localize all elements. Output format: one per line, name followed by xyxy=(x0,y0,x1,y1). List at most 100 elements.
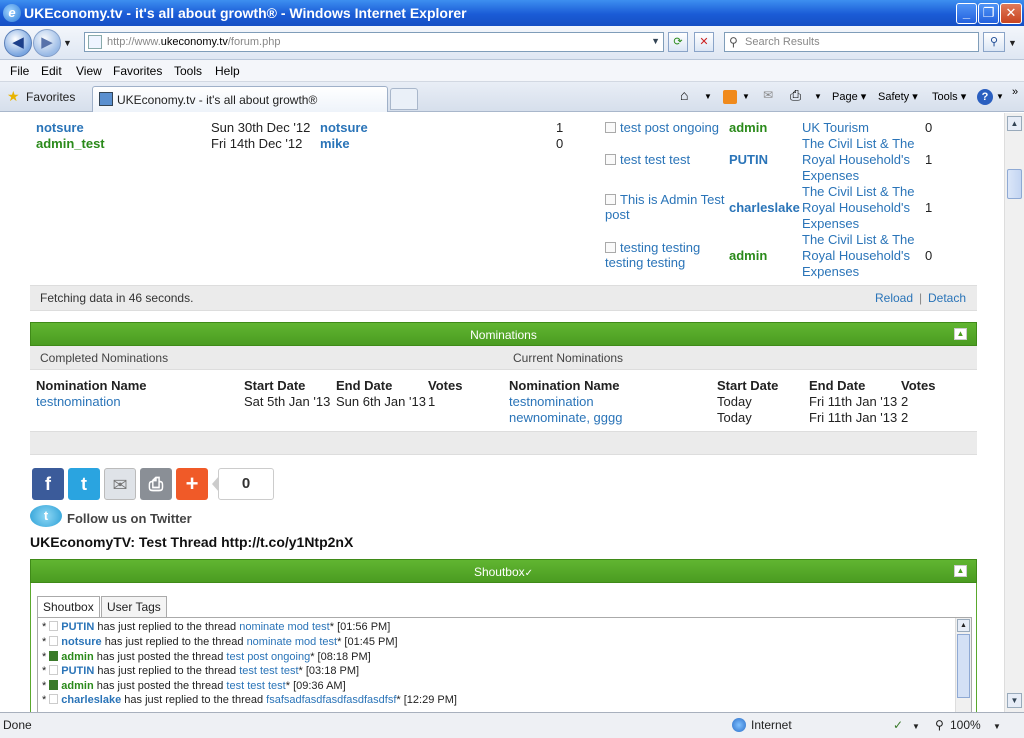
rss-icon[interactable] xyxy=(723,90,737,104)
help-icon[interactable]: ? xyxy=(977,89,993,105)
minimize-button[interactable]: _ xyxy=(956,3,977,24)
facebook-icon[interactable]: f xyxy=(32,468,64,500)
thread-checkbox[interactable] xyxy=(605,194,616,205)
thread-forum[interactable]: The Civil List & The Royal Household's E… xyxy=(802,136,922,184)
security-zone[interactable]: Internet xyxy=(751,718,792,732)
shout-thread-link[interactable]: test test test xyxy=(239,665,298,677)
shoutbox-scroll-thumb[interactable] xyxy=(957,634,970,698)
tools-menu[interactable]: Tools ▾ xyxy=(932,90,966,103)
print-dropdown-icon[interactable]: ▼ xyxy=(814,92,822,101)
thread-poster[interactable]: admin xyxy=(729,120,767,135)
read-mail-icon[interactable]: ✉ xyxy=(763,88,773,102)
tab-ukeconomy[interactable]: UKEconomy.tv - it's all about growth® xyxy=(92,86,388,112)
thread-checkbox[interactable] xyxy=(605,122,616,133)
shout-thread-link[interactable]: test test test xyxy=(226,680,285,692)
nominations-header[interactable]: Nominations ▲ xyxy=(30,322,977,346)
shout-thread-link[interactable]: fsafsadfasdfasdfasdfasdfsf xyxy=(266,694,396,706)
collapse-icon[interactable]: ▲ xyxy=(954,328,967,340)
thread-item[interactable]: testing testing testing testing xyxy=(605,240,715,270)
scroll-up-icon[interactable]: ▲ xyxy=(1007,116,1022,131)
thread-checkbox[interactable] xyxy=(605,154,616,165)
stats-last-user-1[interactable]: notsure xyxy=(320,120,368,135)
detach-link[interactable]: Detach xyxy=(928,291,966,305)
scroll-up-icon[interactable]: ▲ xyxy=(957,619,970,632)
search-go-button[interactable]: ⚲ xyxy=(983,32,1005,52)
favorites-star-icon[interactable]: ★ xyxy=(7,88,20,105)
thread-poster[interactable]: charleslake xyxy=(729,200,800,215)
twitter-bird-icon[interactable]: t xyxy=(30,505,62,527)
search-options-icon[interactable]: ▼ xyxy=(1008,38,1017,48)
home-dropdown-icon[interactable]: ▼ xyxy=(704,92,712,101)
thread-checkbox[interactable] xyxy=(605,242,616,253)
menu-tools[interactable]: Tools xyxy=(174,64,202,78)
thread-forum[interactable]: The Civil List & The Royal Household's E… xyxy=(802,184,922,232)
shout-user[interactable]: admin xyxy=(61,680,93,692)
search-input[interactable]: ⚲ Search Results xyxy=(724,32,979,52)
addthis-icon[interactable]: + xyxy=(176,468,208,500)
forward-button[interactable]: ▶ xyxy=(33,29,61,57)
url-input[interactable]: http://www.ukeconomy.tv/forum.php ▼ xyxy=(84,32,664,52)
url-dropdown-icon[interactable]: ▼ xyxy=(651,36,660,46)
maximize-button[interactable]: ❐ xyxy=(978,3,999,24)
back-button[interactable]: ◀ xyxy=(4,29,32,57)
current-nomination-name[interactable]: newnominate, gggg xyxy=(509,410,622,425)
page-scrollbar[interactable]: ▲ ▼ xyxy=(1004,113,1024,712)
reload-link[interactable]: Reload xyxy=(875,291,913,305)
thread-forum[interactable]: The Civil List & The Royal Household's E… xyxy=(802,232,922,280)
shout-user[interactable]: admin xyxy=(61,651,93,663)
stats-user-1[interactable]: notsure xyxy=(36,120,84,135)
thread-item[interactable]: This is Admin Test post xyxy=(605,192,729,222)
protected-mode-dropdown-icon[interactable]: ▼ xyxy=(912,722,920,731)
completed-nomination-name[interactable]: testnomination xyxy=(36,394,121,409)
menu-view[interactable]: View xyxy=(76,64,102,78)
menu-edit[interactable]: Edit xyxy=(41,64,62,78)
zoom-icon[interactable]: ⚲ xyxy=(935,718,944,732)
menu-file[interactable]: File xyxy=(10,64,29,78)
scroll-down-icon[interactable]: ▼ xyxy=(1007,693,1022,708)
thread-item[interactable]: test post ongoing xyxy=(605,120,725,135)
page-scroll-thumb[interactable] xyxy=(1007,169,1022,199)
shout-user[interactable]: charleslake xyxy=(61,694,121,706)
current-nomination-name[interactable]: testnomination xyxy=(509,394,594,409)
thread-item[interactable]: test test test xyxy=(605,152,725,167)
safety-menu[interactable]: Safety ▾ xyxy=(878,90,918,103)
stats-user-2[interactable]: admin_test xyxy=(36,136,105,151)
home-icon[interactable]: ⌂ xyxy=(680,87,688,103)
latest-tweet[interactable]: UKEconomyTV: Test Thread http://t.co/y1N… xyxy=(30,534,353,550)
twitter-icon[interactable]: t xyxy=(68,468,100,500)
shout-user[interactable]: notsure xyxy=(61,636,101,648)
history-dropdown-icon[interactable]: ▼ xyxy=(63,38,72,48)
shout-thread-link[interactable]: nominate mod test xyxy=(247,636,338,648)
menu-favorites[interactable]: Favorites xyxy=(113,64,162,78)
new-tab-button[interactable] xyxy=(390,88,418,110)
print-share-icon[interactable]: ⎙ xyxy=(140,468,172,500)
thread-poster[interactable]: PUTIN xyxy=(729,152,768,167)
thread-poster[interactable]: admin xyxy=(729,248,767,263)
print-icon[interactable]: ⎙ xyxy=(790,87,801,104)
shout-user[interactable]: PUTIN xyxy=(61,665,94,677)
protected-mode-icon[interactable]: ✓ xyxy=(893,718,903,732)
thread-title[interactable]: test post ongoing xyxy=(620,120,719,135)
stop-button[interactable]: ✕ xyxy=(694,32,714,52)
shout-thread-link[interactable]: nominate mod test xyxy=(239,621,330,633)
shoutbox-scrollbar[interactable]: ▲ xyxy=(955,618,971,712)
help-dropdown-icon[interactable]: ▼ xyxy=(996,92,1004,101)
collapse-icon[interactable]: ▲ xyxy=(954,565,967,577)
thread-title[interactable]: test test test xyxy=(620,152,690,167)
follow-twitter-link[interactable]: Follow us on Twitter xyxy=(67,511,192,526)
close-button[interactable]: ✕ xyxy=(1000,3,1022,24)
zoom-level[interactable]: 100% xyxy=(950,718,981,732)
thread-title[interactable]: This is Admin Test post xyxy=(605,192,725,222)
rss-dropdown-icon[interactable]: ▼ xyxy=(742,92,750,101)
shoutbox-header[interactable]: Shoutbox✓ ▲ xyxy=(30,559,977,583)
shoutbox-list[interactable]: * PUTIN has just replied to the thread no… xyxy=(37,617,972,712)
refresh-button[interactable]: ⟳ xyxy=(668,32,688,52)
menu-help[interactable]: Help xyxy=(215,64,240,78)
more-tools-icon[interactable]: » xyxy=(1012,86,1018,98)
thread-forum[interactable]: UK Tourism xyxy=(802,120,922,136)
zoom-dropdown-icon[interactable]: ▼ xyxy=(993,722,1001,731)
email-icon[interactable]: ✉ xyxy=(104,468,136,500)
thread-title[interactable]: testing testing testing testing xyxy=(605,240,700,270)
tab-shoutbox[interactable]: Shoutbox xyxy=(37,596,100,618)
page-menu[interactable]: Page ▾ xyxy=(832,90,866,103)
